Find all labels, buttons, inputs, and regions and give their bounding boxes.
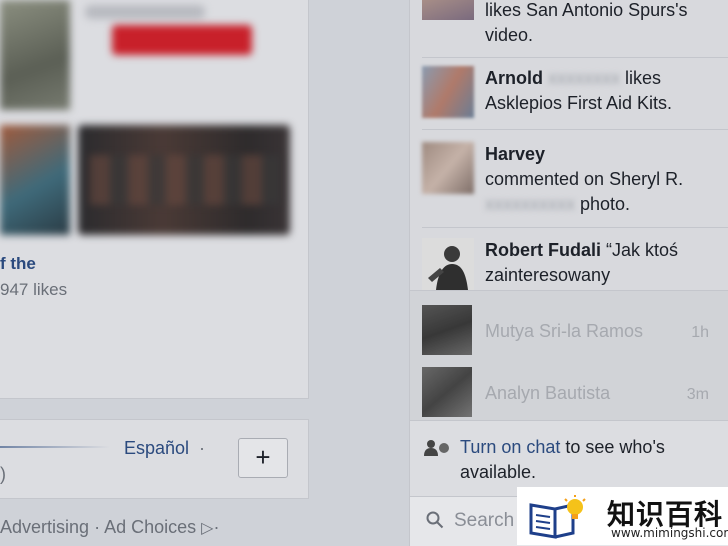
language-paren: ) xyxy=(0,464,6,484)
ticker-item[interactable]: likes San Antonio Spurs's video. xyxy=(410,0,728,58)
post-image-2[interactable] xyxy=(0,125,70,235)
chat-contact-row[interactable]: Analyn Bautista 3m xyxy=(410,367,728,419)
ticker-item-text: Harvey commented on Sheryl R. xxxxxxxxxx… xyxy=(485,142,725,217)
search-icon xyxy=(426,511,444,529)
ticker-item-text: likes San Antonio Spurs's video. xyxy=(485,0,688,45)
ticker-blurred-surname: xxxxxxxx xyxy=(548,68,621,88)
ticker-avatar xyxy=(422,0,474,20)
blurred-red-button xyxy=(112,25,252,55)
chat-people-icon xyxy=(424,440,449,456)
chat-contact-time: 1h xyxy=(691,324,709,341)
chat-contact-avatar xyxy=(422,305,472,355)
feed-post-card: f the 947 likes xyxy=(0,0,309,399)
blurred-text-placeholder xyxy=(85,5,205,19)
chat-off-notice: Turn on chat to see who's available. xyxy=(409,420,728,497)
watermark-url: www.mimingshi.com xyxy=(611,526,728,540)
chat-contact-time: 3m xyxy=(686,386,709,403)
post-image-1[interactable] xyxy=(0,0,70,110)
ad-choices-icon[interactable]: ▷ xyxy=(201,518,213,538)
blurred-language-link xyxy=(0,446,110,448)
chat-contact-avatar xyxy=(422,367,472,417)
turn-on-chat-link[interactable]: Turn on chat xyxy=(460,437,560,457)
watermark: 知识百科 www.mimingshi.com xyxy=(517,487,728,545)
footer-links: Advertising · Ad Choices ▷· xyxy=(0,517,219,538)
ticker-item[interactable]: Robert Fudali “Jak ktoś zainteresowany xyxy=(410,228,728,290)
chat-contact-row[interactable]: Mutya Sri-la Ramos 1h xyxy=(410,305,728,357)
post-page-link[interactable]: f the xyxy=(0,254,36,274)
language-selector-card: Español · ) + xyxy=(0,419,309,499)
language-separator: · xyxy=(199,438,205,458)
footer-trailing-separator: · xyxy=(213,517,220,537)
book-lightbulb-logo-icon xyxy=(529,495,586,539)
add-language-button[interactable]: + xyxy=(238,438,288,478)
footer-separator: · xyxy=(94,517,101,537)
ticker-blurred-name: xxxxxxxxxx xyxy=(485,194,575,214)
post-likes-count: 947 likes xyxy=(0,280,68,299)
chat-contact-list: Mutya Sri-la Ramos 1h Analyn Bautista 3m xyxy=(409,290,728,421)
chat-contact-name: Analyn Bautista xyxy=(485,383,611,403)
ticker-item[interactable]: Arnold xxxxxxxx likes Asklepios First Ai… xyxy=(410,58,728,130)
chat-contact-name: Mutya Sri-la Ramos xyxy=(485,321,644,341)
ticker-avatar xyxy=(422,66,474,118)
ticker-item[interactable]: Harvey commented on Sheryl R. xxxxxxxxxx… xyxy=(410,130,728,228)
ticker-user-name[interactable]: Arnold xyxy=(485,68,543,88)
ticker-user-name[interactable]: Harvey xyxy=(485,144,545,164)
language-link-espanol[interactable]: Español xyxy=(124,438,189,459)
ticker-user-name[interactable]: Robert Fudali xyxy=(485,240,601,260)
ticker-item-text: Arnold xxxxxxxx likes Asklepios First Ai… xyxy=(485,68,673,113)
footer-advertising-link[interactable]: Advertising xyxy=(0,517,89,537)
post-image-3-detail xyxy=(90,155,280,205)
footer-ad-choices-link[interactable]: Ad Choices xyxy=(104,517,196,537)
ticker-avatar xyxy=(422,142,474,194)
activity-ticker: likes San Antonio Spurs's video. Arnold … xyxy=(409,0,728,290)
ticker-item-text: Robert Fudali “Jak ktoś zainteresowany xyxy=(485,240,679,285)
chat-notice-text: Turn on chat to see who's available. xyxy=(460,437,665,482)
ticker-avatar xyxy=(422,238,474,290)
